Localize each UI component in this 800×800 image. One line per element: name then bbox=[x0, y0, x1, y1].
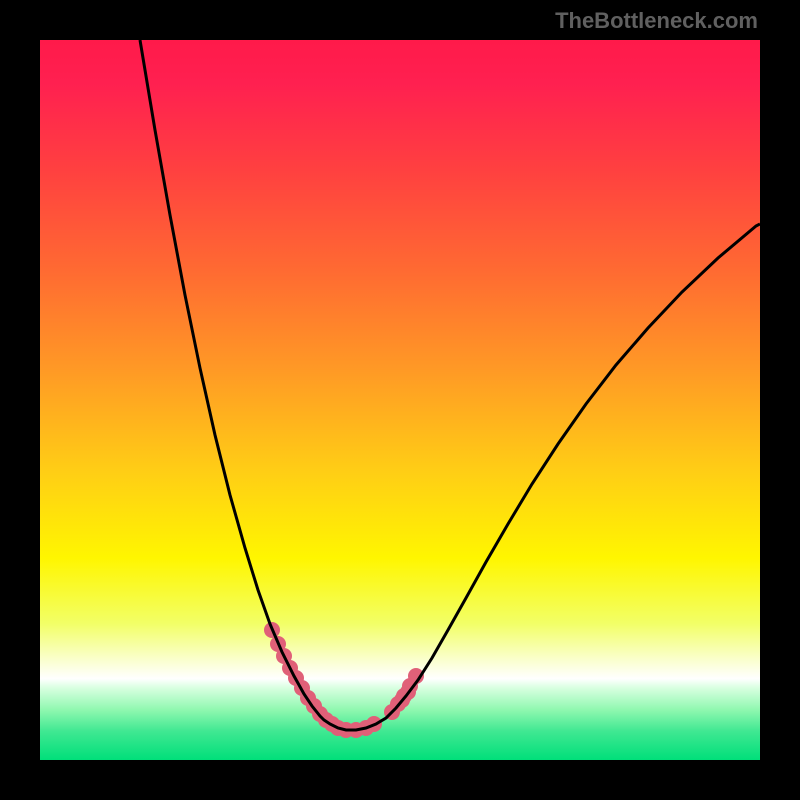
plot-area bbox=[40, 40, 760, 760]
bottleneck-curve bbox=[140, 40, 760, 730]
chart-curve-layer bbox=[40, 40, 760, 760]
watermark-text: TheBottleneck.com bbox=[555, 8, 758, 34]
